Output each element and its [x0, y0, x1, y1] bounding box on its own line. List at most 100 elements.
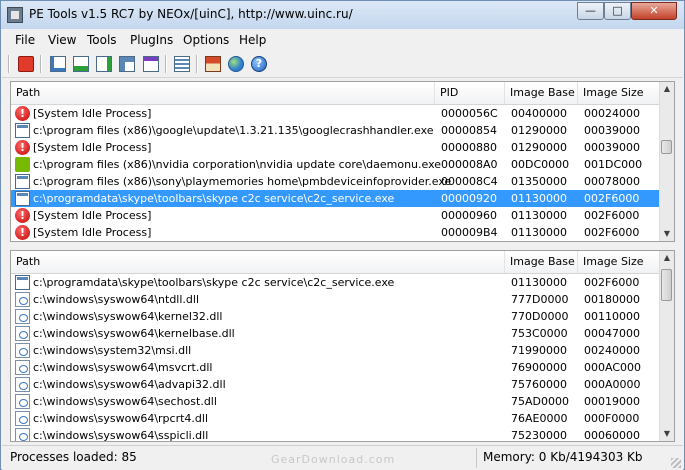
process-path: [System Idle Process] [33, 107, 152, 120]
pe-editor-button[interactable] [141, 54, 161, 74]
module-path: c:\windows\syswow64\kernel32.dll [33, 310, 223, 323]
module-image-size: 00240000 [584, 344, 640, 357]
process-row[interactable]: [System Idle Process] 00000960 01130000 002… [11, 207, 661, 224]
process-image-base: 01290000 [511, 124, 567, 137]
toolbar-separator [165, 55, 167, 73]
web-button[interactable] [226, 54, 246, 74]
title-bar[interactable]: PE Tools v1.5 RC7 by NEOx/[uinC], http:/… [1, 1, 684, 29]
column-header-image-size[interactable]: Image Size [578, 251, 661, 273]
module-row[interactable]: c:\windows\syswow64\advapi32.dll 75760000… [11, 376, 661, 393]
process-list-scrollbar[interactable]: ▲ ▼ [659, 82, 674, 241]
process-row[interactable]: [System Idle Process] 0000056C 00400000 000… [11, 105, 661, 122]
module-path: c:\windows\syswow64\sspicli.dll [33, 429, 209, 442]
module-image-size: 000AC000 [584, 361, 642, 374]
process-path: [System Idle Process] [33, 226, 152, 239]
system-icon [15, 207, 30, 224]
process-image-size: 00039000 [584, 124, 640, 137]
process-row[interactable]: c:\programdata\skype\toolbars\skype c2c … [11, 190, 661, 207]
module-image-base: 770D0000 [511, 310, 569, 323]
process-row[interactable]: c:\program files (x86)\sony\playmemories… [11, 173, 661, 190]
break-button[interactable] [117, 54, 137, 74]
dump-icon [73, 56, 89, 72]
minimize-button[interactable]: — [577, 2, 604, 20]
column-header-image-base[interactable]: Image Base [505, 251, 578, 273]
toolbar-separator [196, 55, 198, 73]
list-button[interactable] [172, 54, 192, 74]
module-row[interactable]: c:\windows\syswow64\sechost.dll 75AD0000 0… [11, 393, 661, 410]
scroll-down-arrow[interactable]: ▼ [660, 427, 674, 441]
process-image-base: 01290000 [511, 141, 567, 154]
process-pid: 0000056C [441, 107, 498, 120]
process-row[interactable]: [System Idle Process] 000009B4 01130000 002… [11, 224, 661, 241]
edit-icon [50, 56, 66, 72]
edit-button[interactable] [48, 54, 68, 74]
menu-options[interactable]: Options [183, 33, 229, 47]
nvidia-icon [15, 157, 30, 172]
module-path: c:\windows\system32\msi.dll [33, 344, 192, 357]
toolbar-separator [8, 55, 10, 73]
app-icon[interactable] [7, 7, 23, 23]
column-header-image-base[interactable]: Image Base [505, 82, 578, 104]
menu-help[interactable]: Help [239, 33, 266, 47]
exit-button[interactable] [16, 54, 36, 74]
module-image-base: 76AE0000 [511, 412, 568, 425]
module-row[interactable]: c:\programdata\skype\toolbars\skype c2c … [11, 274, 661, 291]
exit-icon [18, 56, 34, 72]
resize-grip[interactable] [671, 458, 681, 468]
menu-plugins[interactable]: PlugIns [130, 33, 173, 47]
module-path: c:\windows\syswow64\advapi32.dll [33, 378, 226, 391]
module-row[interactable]: c:\windows\syswow64\kernelbase.dll 753C00… [11, 325, 661, 342]
scroll-up-arrow[interactable]: ▲ [660, 82, 674, 96]
scroll-thumb[interactable] [661, 140, 672, 154]
column-header-path[interactable]: Path [11, 251, 505, 273]
module-path: c:\windows\syswow64\kernelbase.dll [33, 327, 235, 340]
process-path: [System Idle Process] [33, 141, 152, 154]
module-list[interactable]: Path Image Base Image Size c:\programdat… [10, 250, 675, 442]
module-row[interactable]: c:\windows\system32\msi.dll 71990000 00240… [11, 342, 661, 359]
scroll-up-arrow[interactable]: ▲ [660, 251, 674, 265]
module-image-size: 00019000 [584, 395, 640, 408]
scroll-thumb[interactable] [661, 269, 672, 301]
module-list-scrollbar[interactable]: ▲ ▼ [659, 251, 674, 441]
process-image-base: 01130000 [511, 192, 567, 205]
process-image-size: 002F6000 [584, 226, 640, 239]
module-row[interactable]: c:\windows\syswow64\ntdll.dll 777D0000 001… [11, 291, 661, 308]
break-icon [119, 56, 135, 72]
column-header-pid[interactable]: PID [435, 82, 505, 104]
scroll-down-arrow[interactable]: ▼ [660, 227, 674, 241]
home-button[interactable] [203, 54, 223, 74]
column-header-image-size[interactable]: Image Size [578, 82, 661, 104]
process-list[interactable]: Path PID Image Base Image Size [System I… [10, 81, 675, 242]
watermark: GearDownload.com [271, 453, 396, 466]
close-button[interactable]: ✕ [631, 2, 677, 20]
toolbar-separator [40, 55, 42, 73]
system-icon [15, 105, 30, 122]
help-button[interactable]: ? [249, 54, 269, 74]
process-row[interactable]: [System Idle Process] 00000880 01290000 000… [11, 139, 661, 156]
app-window-icon [15, 123, 30, 138]
menu-view[interactable]: View [48, 33, 76, 47]
process-pid: 000009B4 [441, 226, 498, 239]
module-image-base: 753C0000 [511, 327, 568, 340]
dll-icon [15, 326, 30, 341]
module-row[interactable]: c:\windows\syswow64\rpcrt4.dll 76AE0000 00… [11, 410, 661, 427]
column-header-path[interactable]: Path [11, 82, 435, 104]
maximize-button[interactable]: □ [604, 2, 631, 20]
process-row[interactable]: c:\program files (x86)\google\update\1.3… [11, 122, 661, 139]
pe-editor-icon [143, 56, 159, 72]
dll-icon [15, 360, 30, 375]
module-row[interactable]: c:\windows\syswow64\msvcrt.dll 76900000 00… [11, 359, 661, 376]
module-row[interactable]: c:\windows\syswow64\kernel32.dll 770D0000… [11, 308, 661, 325]
module-row[interactable]: c:\windows\syswow64\sspicli.dll 75230000 0… [11, 427, 661, 442]
module-image-size: 002F6000 [584, 276, 640, 289]
dump-button[interactable] [71, 54, 91, 74]
process-image-size: 00024000 [584, 107, 640, 120]
process-pid: 00000960 [441, 209, 497, 222]
app-window: PE Tools v1.5 RC7 by NEOx/[uinC], http:/… [0, 0, 685, 470]
dll-icon [15, 292, 30, 307]
menu-tools[interactable]: Tools [87, 33, 117, 47]
process-pid: 000008C4 [441, 175, 498, 188]
rebuild-button[interactable] [94, 54, 114, 74]
menu-file[interactable]: File [15, 33, 35, 47]
process-row[interactable]: c:\program files (x86)\nvidia corporatio… [11, 156, 661, 173]
